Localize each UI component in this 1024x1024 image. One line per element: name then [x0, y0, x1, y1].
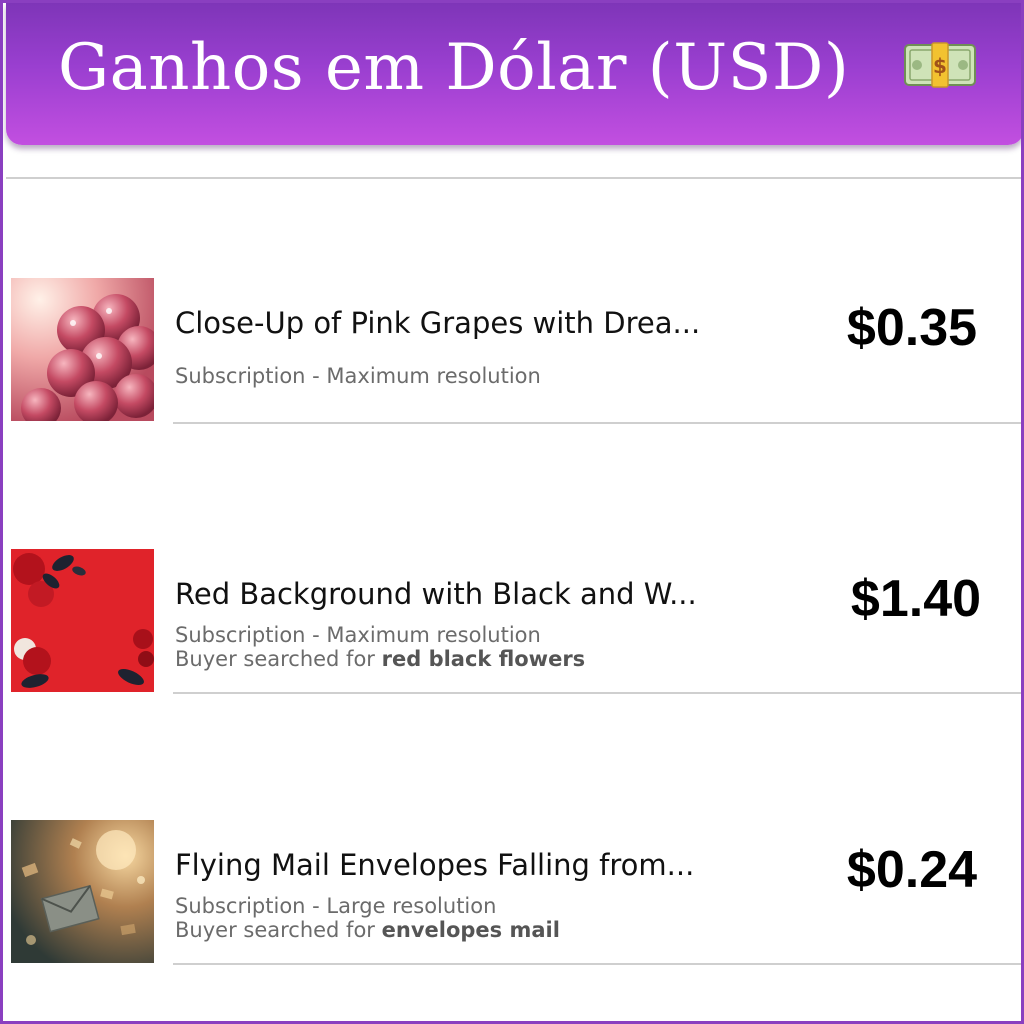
mail-envelopes-thumbnail-icon [11, 820, 154, 963]
search-term-line: Buyer searched for envelopes mail [175, 918, 560, 942]
pink-grapes-thumbnail-icon [11, 278, 154, 421]
earnings-panel: Ganhos em Dólar (USD) $ Close-Up of Pink… [0, 0, 1024, 1024]
red-flowers-thumbnail-icon [11, 549, 154, 692]
search-term: red black flowers [381, 647, 586, 671]
money-bill-icon: $ [904, 42, 976, 88]
row-divider [173, 963, 1021, 965]
page-title: Ganhos em Dólar (USD) [58, 31, 850, 105]
sale-license: Subscription - Maximum resolution [175, 364, 541, 388]
sale-row[interactable]: Close-Up of Pink Grapes with Drea... Sub… [3, 278, 1021, 424]
search-prefix: Buyer searched for [175, 647, 375, 671]
sale-price: $1.40 [850, 570, 982, 628]
svg-text:$: $ [933, 54, 947, 78]
sale-row[interactable]: Flying Mail Envelopes Falling from... Su… [3, 820, 1021, 966]
sale-row[interactable]: Red Background with Black and W... Subsc… [3, 549, 1021, 695]
sale-license: Subscription - Maximum resolution [175, 623, 541, 647]
sale-license: Subscription - Large resolution [175, 894, 497, 918]
sale-price: $0.35 [846, 299, 978, 357]
header-bar: Ganhos em Dólar (USD) $ [6, 3, 1021, 145]
search-prefix: Buyer searched for [175, 918, 375, 942]
search-term: envelopes mail [381, 918, 560, 942]
sale-price: $0.24 [846, 841, 978, 899]
search-term-line: Buyer searched for red black flowers [175, 647, 585, 671]
header-divider [6, 177, 1021, 179]
row-divider [173, 422, 1021, 424]
sale-title: Close-Up of Pink Grapes with Drea... [175, 306, 701, 340]
sale-title: Red Background with Black and W... [175, 577, 697, 611]
row-divider [173, 692, 1021, 694]
sale-title: Flying Mail Envelopes Falling from... [175, 848, 695, 882]
